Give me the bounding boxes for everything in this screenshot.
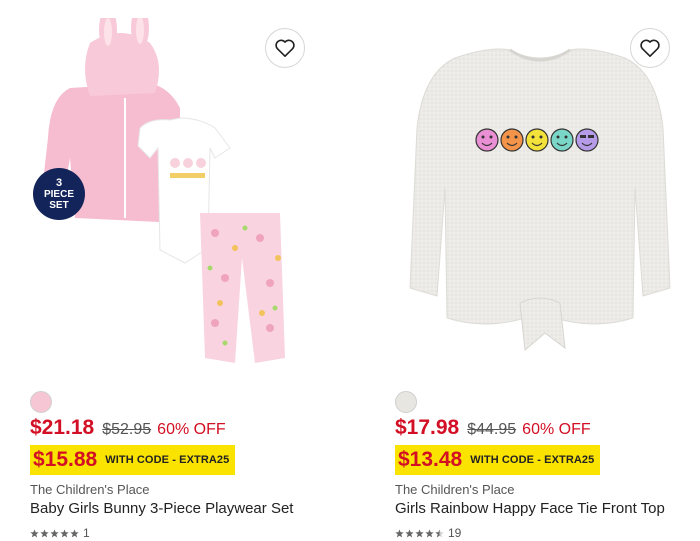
star-icon (30, 528, 39, 537)
product-card[interactable]: $17.98 $44.95 60% OFF $13.48 WITH CODE -… (395, 0, 695, 541)
product-card[interactable]: 3 PIECE SET $21.18 $52.95 60% OFF $15.88… (30, 0, 330, 541)
promo-price: $13.48 (398, 448, 463, 471)
rating-stars (30, 528, 79, 538)
product-image[interactable] (395, 18, 685, 373)
original-price: $52.95 (102, 421, 152, 438)
brand-name: The Children's Place (395, 482, 515, 497)
review-count: 1 (83, 526, 90, 540)
color-swatch[interactable] (395, 391, 417, 413)
star-icon (405, 528, 414, 537)
price-row: $17.98 $44.95 60% OFF (395, 416, 591, 440)
sale-price: $21.18 (30, 416, 95, 439)
badge-line-1: 3 (55, 176, 63, 189)
promo-price-banner: $13.48 WITH CODE - EXTRA25 (395, 445, 601, 475)
original-price: $44.95 (467, 421, 517, 438)
promo-code-text: WITH CODE - EXTRA25 (105, 454, 230, 466)
price-row: $21.18 $52.95 60% OFF (30, 416, 226, 440)
product-title[interactable]: Baby Girls Bunny 3-Piece Playwear Set (30, 500, 293, 517)
happy-face-tie-top-illustration (409, 48, 671, 351)
rating-stars (395, 528, 444, 538)
review-count: 19 (448, 526, 462, 540)
star-icon (70, 528, 79, 537)
star-icon (425, 528, 434, 537)
wishlist-button[interactable] (630, 28, 670, 68)
badge-line-3: SET (49, 199, 69, 211)
promo-price-banner: $15.88 WITH CODE - EXTRA25 (30, 445, 236, 475)
star-icon (60, 528, 69, 537)
star-icon (395, 528, 404, 537)
discount-label: 60% OFF (157, 421, 226, 438)
promo-code-text: WITH CODE - EXTRA25 (470, 454, 595, 466)
star-icon (50, 528, 59, 537)
wishlist-button[interactable] (265, 28, 305, 68)
heart-outline-icon (275, 39, 295, 57)
star-icon (415, 528, 424, 537)
product-image[interactable]: 3 PIECE SET (30, 6, 320, 373)
brand-name: The Children's Place (30, 482, 150, 497)
color-swatch[interactable] (30, 391, 52, 413)
sale-price: $17.98 (395, 416, 460, 439)
rating[interactable]: 19 (395, 526, 461, 540)
badge-line-2: PIECE (43, 188, 74, 200)
heart-outline-icon (640, 39, 660, 57)
product-title[interactable]: Girls Rainbow Happy Face Tie Front Top (395, 500, 665, 517)
star-icon (40, 528, 49, 537)
promo-price: $15.88 (33, 448, 98, 471)
half-star-icon (435, 528, 444, 537)
rating[interactable]: 1 (30, 526, 90, 540)
three-piece-set-badge: 3 PIECE SET (33, 168, 85, 220)
discount-label: 60% OFF (522, 421, 591, 438)
